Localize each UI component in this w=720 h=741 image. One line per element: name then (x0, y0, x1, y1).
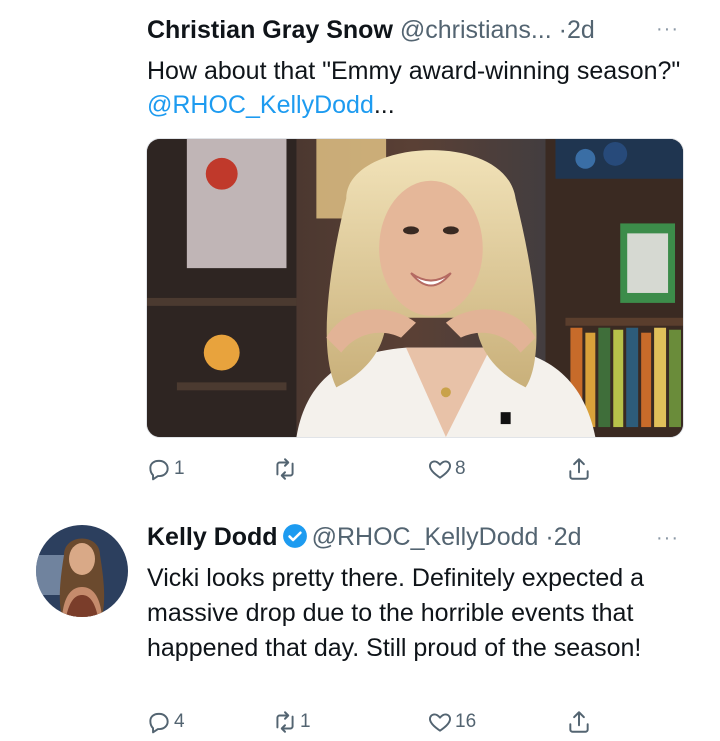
reply-button[interactable]: 4 (146, 705, 185, 739)
reply-icon (149, 459, 169, 481)
reply-button[interactable]: 1 (146, 452, 185, 486)
share-button[interactable] (566, 705, 592, 739)
retweet-count: 1 (300, 711, 311, 732)
reply-count: 4 (174, 711, 185, 732)
tweet-actions: 4 1 16 (146, 705, 596, 739)
tweet-photo[interactable] (146, 138, 684, 438)
like-button[interactable]: 16 (427, 705, 476, 739)
tweet-text-main: How about that "Emmy award-winning seaso… (147, 57, 681, 85)
tweet-text: Vicki looks pretty there. Definitely exp… (147, 564, 645, 662)
avatar[interactable] (36, 525, 128, 617)
like-count: 8 (455, 458, 466, 479)
more-options-icon[interactable]: ··· (656, 18, 679, 41)
tweet-header: Christian Gray Snow @christians... ·2d (147, 14, 595, 46)
reply-count: 1 (174, 458, 185, 479)
share-icon (569, 458, 589, 480)
profile-photo-woman-icon (36, 525, 128, 617)
photo-woman-talk-show-set-icon (147, 139, 683, 437)
like-count: 16 (455, 711, 477, 732)
separator-dot: · (545, 523, 554, 551)
author-name[interactable]: Christian Gray Snow (147, 16, 393, 44)
tweet-christian-gray-snow[interactable]: Christian Gray Snow @christians... ·2d ·… (0, 0, 720, 505)
more-options-icon[interactable]: ··· (656, 527, 679, 550)
retweet-button[interactable] (272, 452, 300, 486)
share-button[interactable] (566, 452, 592, 486)
tweet-header: Kelly Dodd @RHOC_KellyDodd ·2d (147, 521, 582, 553)
share-icon (569, 711, 589, 733)
mention-link[interactable]: @RHOC_KellyDodd (147, 91, 374, 119)
reply-icon (149, 712, 169, 734)
like-button[interactable]: 8 (427, 452, 466, 486)
heart-icon (429, 713, 451, 732)
author-handle[interactable]: @RHOC_KellyDodd (312, 523, 539, 551)
retweet-icon (276, 711, 294, 733)
author-name[interactable]: Kelly Dodd (147, 523, 278, 551)
tweet-kelly-dodd[interactable]: Kelly Dodd @RHOC_KellyDodd ·2d ··· Vicki … (0, 505, 720, 741)
timestamp[interactable]: 2d (554, 523, 582, 551)
retweet-button[interactable]: 1 (272, 705, 311, 739)
author-handle[interactable]: @christians... (400, 16, 552, 44)
tweet-text-ellipsis: ... (373, 91, 395, 119)
heart-icon (429, 460, 451, 479)
verified-badge-icon (282, 524, 307, 548)
tweet-text: How about that "Emmy award-winning seaso… (147, 54, 687, 122)
retweet-icon (276, 458, 294, 480)
timestamp[interactable]: 2d (567, 16, 595, 44)
tweet-actions: 1 8 (146, 452, 596, 486)
separator-dot: · (558, 16, 567, 44)
